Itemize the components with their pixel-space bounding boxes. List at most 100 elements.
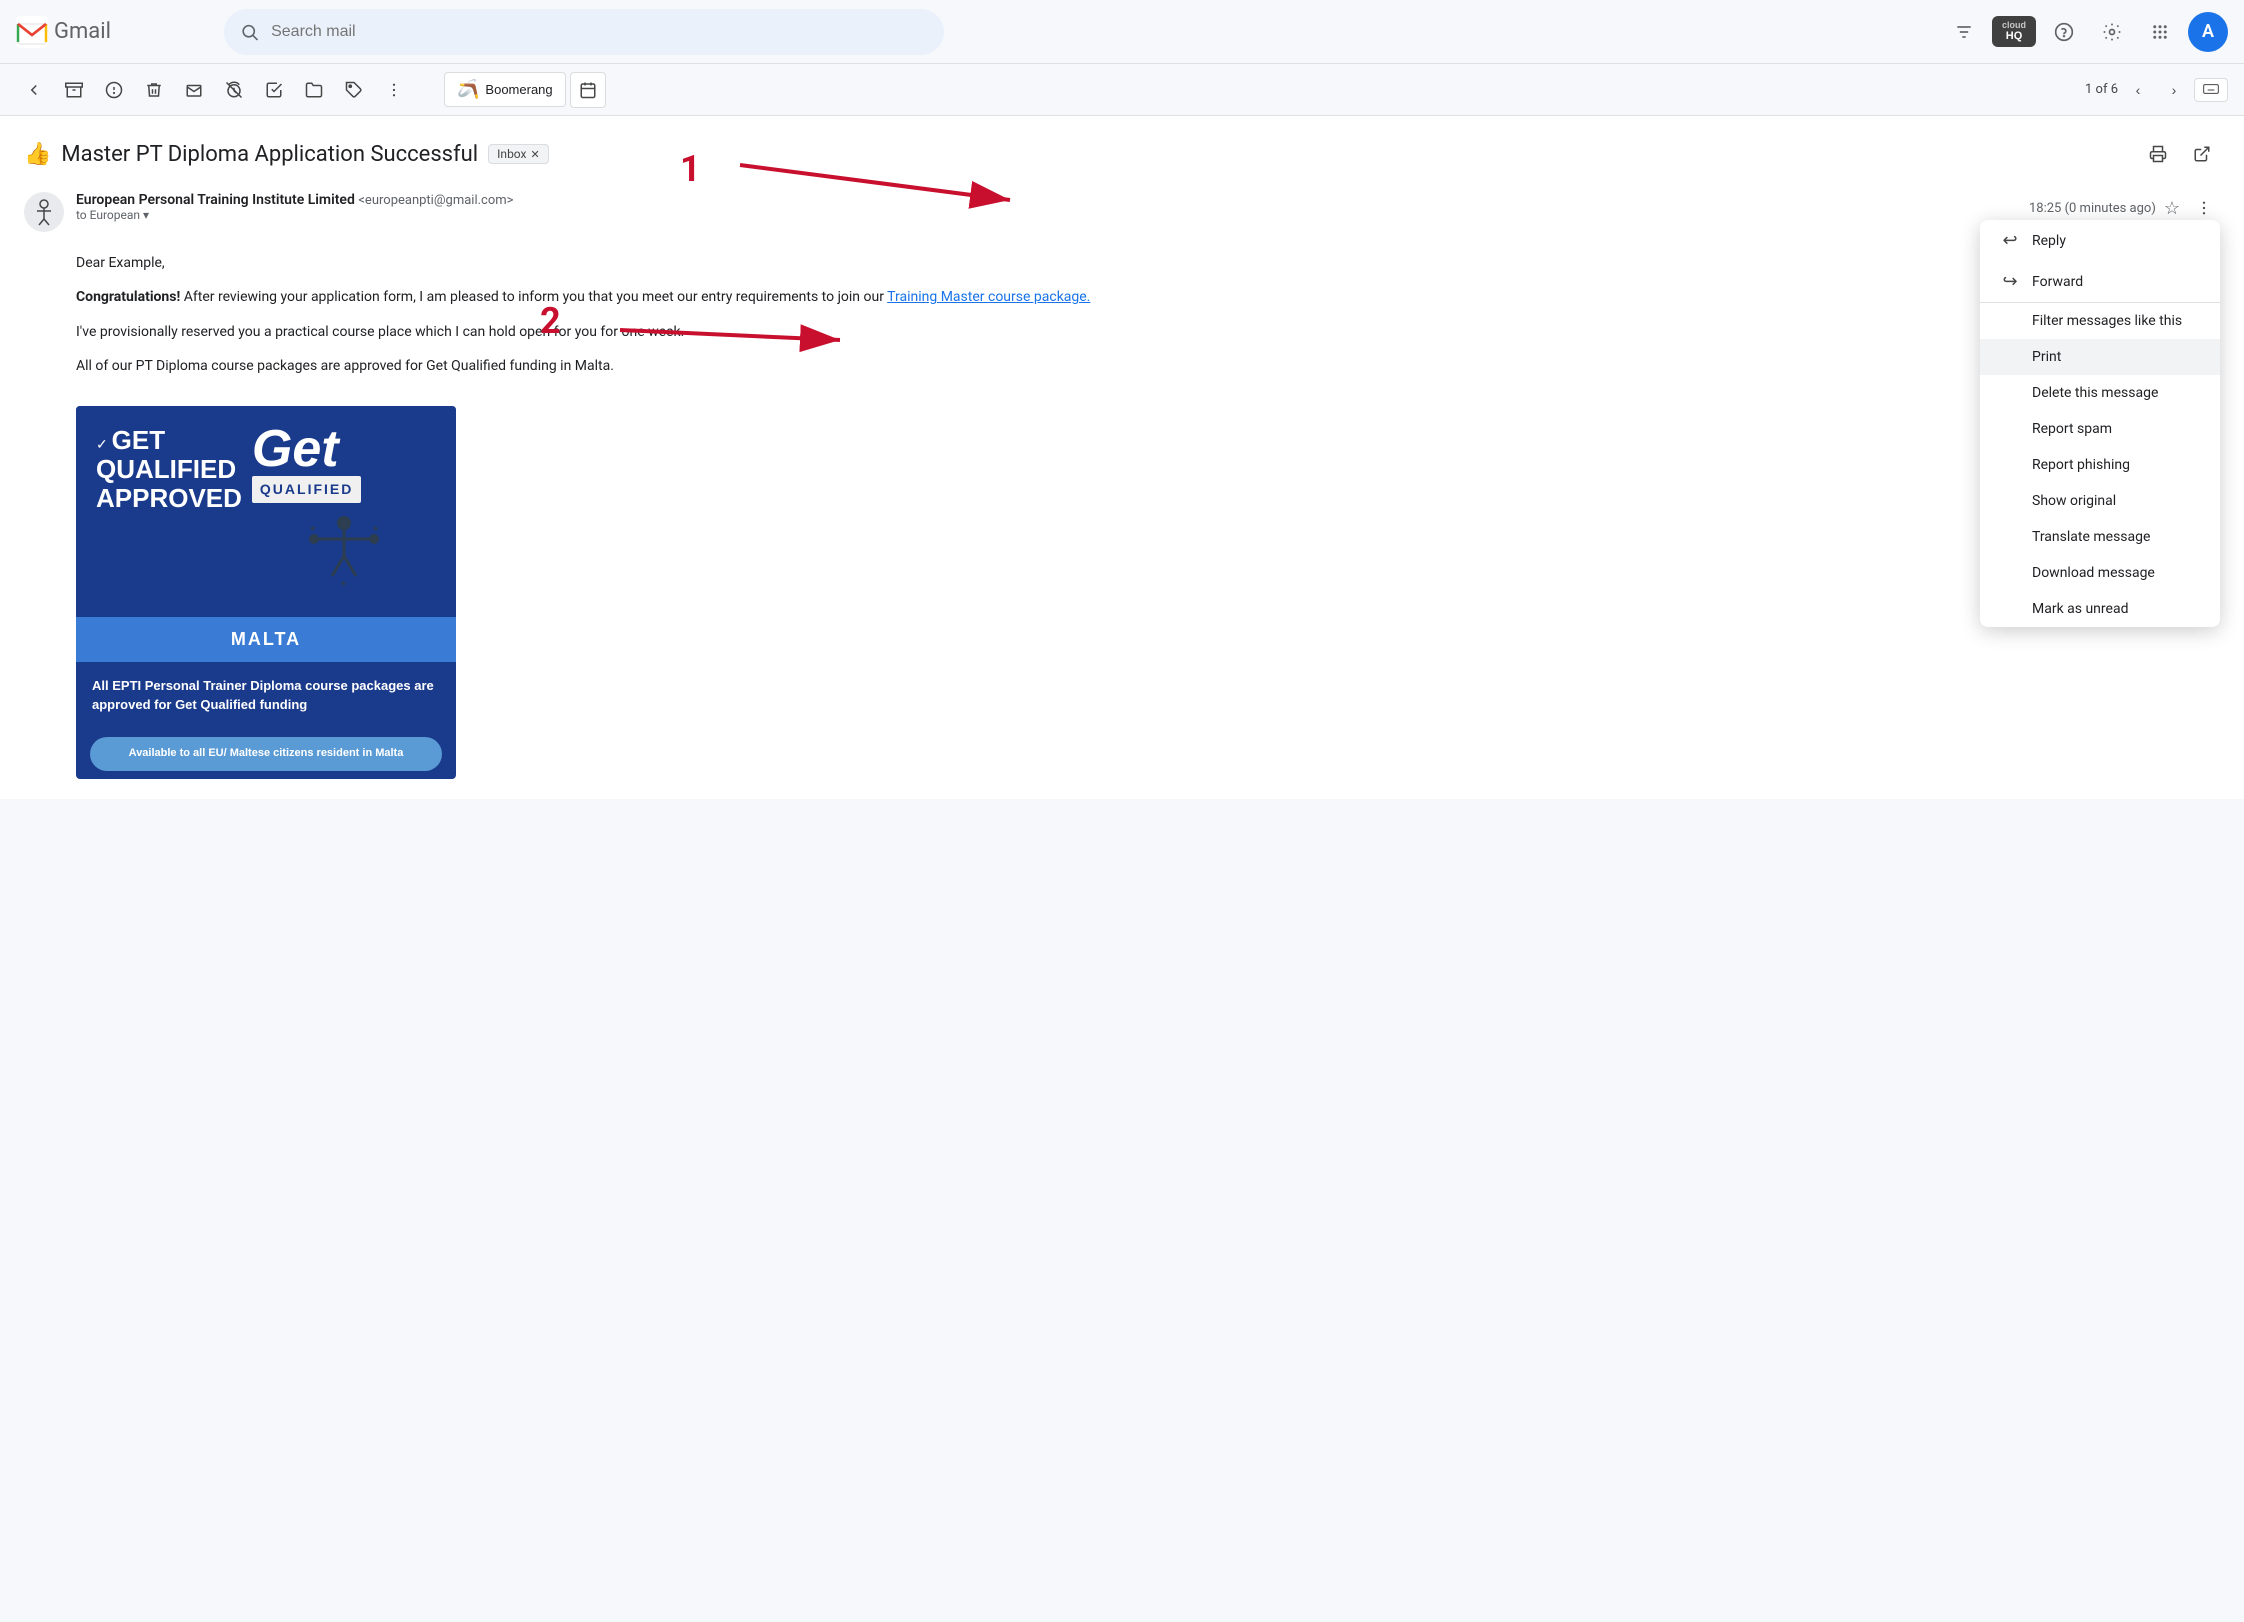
cloudhq-button[interactable]: cloud HQ	[1992, 16, 2036, 48]
qualified-box: QUALIFIED	[252, 476, 361, 502]
dropdown-delete[interactable]: Delete this message	[1980, 375, 2220, 411]
dropdown-show-original[interactable]: Show original	[1980, 483, 2220, 519]
sender-name-row: European Personal Training Institute Lim…	[76, 192, 2017, 208]
next-page-button[interactable]: ›	[2158, 74, 2190, 106]
banner-malta: MALTA	[76, 617, 456, 662]
dropdown-reply[interactable]: ↩ Reply	[1980, 220, 2220, 261]
subject-text: Master PT Diploma Application Successful	[61, 142, 478, 167]
email-header-actions	[2140, 136, 2220, 172]
email-subject: 👍 Master PT Diploma Application Successf…	[24, 142, 549, 167]
search-input[interactable]	[271, 23, 928, 41]
sender-info: European Personal Training Institute Lim…	[76, 192, 2017, 222]
top-navigation: Gmail cloud HQ	[0, 0, 2244, 64]
dropdown-filter[interactable]: Filter messages like this	[1980, 303, 2220, 339]
sender-email: <europeanpti@gmail.com>	[358, 193, 513, 208]
sender-to-expand-button[interactable]: ▾	[143, 208, 149, 222]
settings-icon-btn[interactable]	[2092, 12, 2132, 52]
sender-name: European Personal Training Institute Lim…	[76, 192, 355, 208]
email-subject-row: 👍 Master PT Diploma Application Successf…	[24, 136, 2220, 172]
email-toolbar: 🪃 Boomerang 1 of 6 ‹ ›	[0, 64, 2244, 116]
boomerang-label: Boomerang	[485, 82, 552, 97]
dropdown-download[interactable]: Download message	[1980, 555, 2220, 591]
more-options-button[interactable]	[376, 72, 412, 108]
inbox-label: Inbox	[497, 147, 526, 161]
body-paragraph-1: Congratulations! After reviewing your ap…	[76, 286, 2220, 308]
avatar-icon	[29, 197, 59, 227]
banner-check: ✓ GET QUALIFIEDAPPROVED	[96, 426, 242, 514]
dropdown-report-spam[interactable]: Report spam	[1980, 411, 2220, 447]
google-apps-icon-btn[interactable]	[2140, 12, 2180, 52]
banner-footer: Available to all EU/ Maltese citizens re…	[90, 737, 442, 771]
archive-button[interactable]	[56, 72, 92, 108]
search-icon	[240, 22, 259, 42]
report-spam-label: Report spam	[2032, 421, 2112, 437]
more-vert-icon	[2195, 199, 2213, 217]
print-icon	[2149, 145, 2167, 163]
nav-icons: cloud HQ	[1944, 12, 2228, 52]
keyboard-shortcuts-button[interactable]	[2194, 78, 2228, 102]
training-link[interactable]: Training Master course package.	[887, 289, 1090, 305]
calendar-icon	[579, 81, 597, 99]
page-counter: 1 of 6	[2085, 82, 2118, 97]
show-original-label: Show original	[2032, 493, 2116, 509]
sender-avatar	[24, 192, 64, 232]
banner-left: ✓ GET QUALIFIEDAPPROVED	[96, 426, 242, 520]
archive-icon	[65, 81, 83, 99]
gmail-icon	[16, 16, 48, 48]
banner-description: All EPTI Personal Trainer Diploma course…	[76, 662, 456, 729]
open-in-new-button[interactable]	[2184, 136, 2220, 172]
dropdown-menu: ↩ Reply ↪ Forward Filter messages like t…	[1980, 220, 2220, 627]
inbox-close-icon[interactable]: ✕	[530, 148, 539, 161]
spam-icon	[105, 81, 123, 99]
settings-icon	[2102, 22, 2122, 42]
help-icon-btn[interactable]	[2044, 12, 2084, 52]
subject-emoji: 👍	[24, 142, 51, 167]
more-vert-icon	[385, 81, 403, 99]
prev-page-button[interactable]: ‹	[2122, 74, 2154, 106]
translate-label: Translate message	[2032, 529, 2150, 545]
calendar-button[interactable]	[570, 72, 606, 108]
svg-text:★: ★	[340, 579, 347, 588]
pagination: 1 of 6 ‹ ›	[2085, 74, 2190, 106]
back-button[interactable]	[16, 72, 52, 108]
star-button[interactable]: ☆	[2164, 198, 2180, 219]
report-spam-button[interactable]	[96, 72, 132, 108]
weightlifter-icon: ★ ★ ★	[304, 511, 384, 591]
label-icon	[345, 81, 363, 99]
email-banner: ✓ GET QUALIFIEDAPPROVED Get QUALIFIED	[76, 390, 2220, 779]
weightlifter-figure: ★ ★ ★	[252, 511, 436, 597]
print-label: Print	[2032, 349, 2061, 365]
dropdown-forward[interactable]: ↪ Forward	[1980, 261, 2220, 302]
qualified-text: QUALIFIED	[260, 481, 353, 497]
filter-label: Filter messages like this	[2032, 313, 2182, 329]
labels-button[interactable]	[336, 72, 372, 108]
dropdown-mark-unread[interactable]: Mark as unread	[1980, 591, 2220, 627]
tasks-icon	[265, 81, 283, 99]
reply-label: Reply	[2032, 233, 2066, 249]
print-button[interactable]	[2140, 136, 2176, 172]
boomerang-button[interactable]: 🪃 Boomerang	[444, 72, 566, 107]
banner-right: Get QUALIFIED	[252, 426, 436, 598]
dropdown-print[interactable]: Print	[1980, 339, 2220, 375]
avatar[interactable]: A	[2188, 12, 2228, 52]
move-to-button[interactable]	[296, 72, 332, 108]
snooze-icon	[225, 81, 243, 99]
email-timestamp: 18:25 (0 minutes ago)	[2029, 201, 2156, 216]
banner-content: ✓ GET QUALIFIEDAPPROVED Get QUALIFIED	[76, 406, 456, 779]
search-bar[interactable]	[224, 9, 944, 55]
dropdown-translate[interactable]: Translate message	[1980, 519, 2220, 555]
filter-icon-btn[interactable]	[1944, 12, 1984, 52]
body-bold: Congratulations!	[76, 289, 180, 305]
boomerang-icon: 🪃	[457, 79, 479, 100]
banner-top: ✓ GET QUALIFIEDAPPROVED Get QUALIFIED	[76, 406, 456, 618]
check-icon: ✓	[96, 436, 108, 452]
svg-text:★: ★	[309, 524, 316, 533]
delete-icon	[145, 81, 163, 99]
app-title: Gmail	[54, 19, 111, 44]
inbox-tag[interactable]: Inbox ✕	[488, 144, 549, 164]
snooze-button[interactable]	[216, 72, 252, 108]
delete-button[interactable]	[136, 72, 172, 108]
add-to-tasks-button[interactable]	[256, 72, 292, 108]
dropdown-report-phishing[interactable]: Report phishing	[1980, 447, 2220, 483]
mark-unread-button[interactable]	[176, 72, 212, 108]
